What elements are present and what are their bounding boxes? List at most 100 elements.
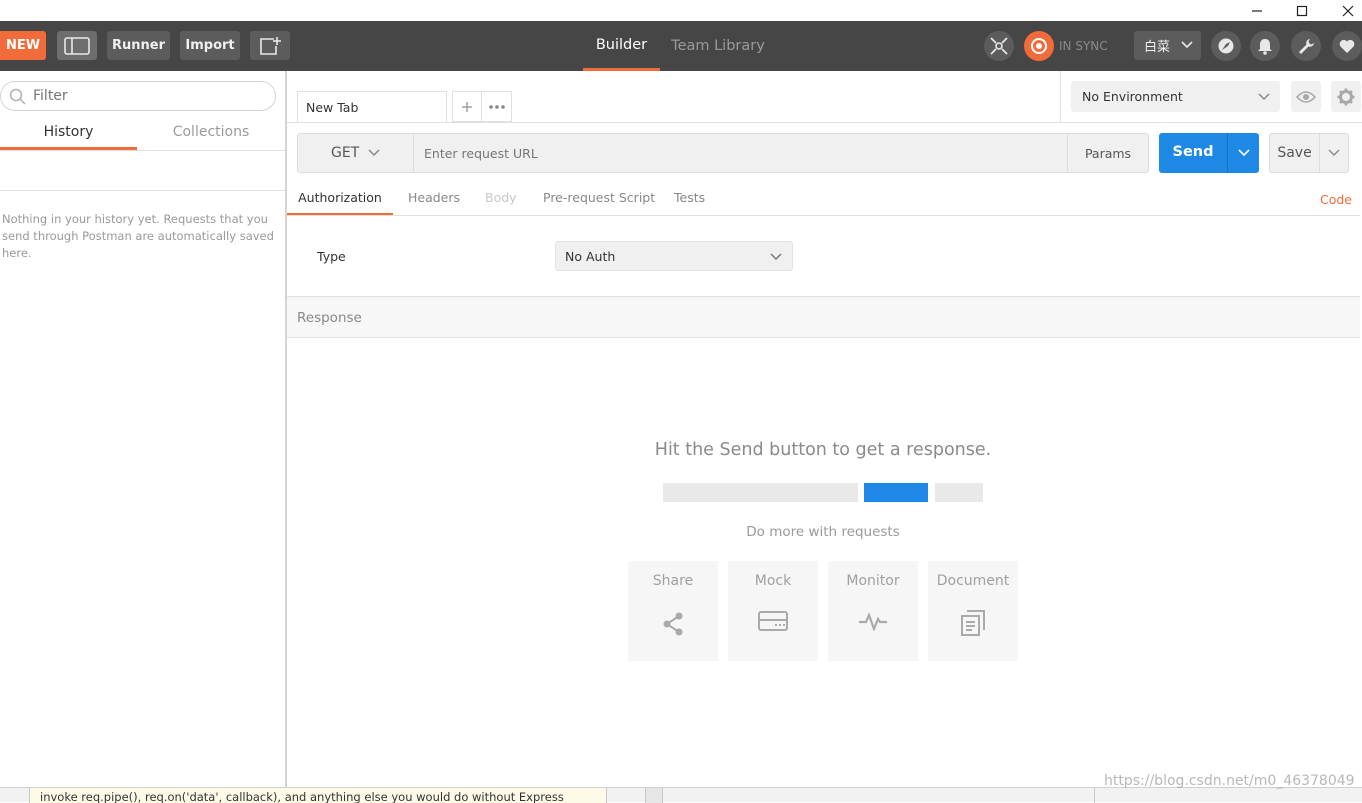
save-button-group: Save bbox=[1269, 133, 1349, 173]
response-title: Response bbox=[297, 310, 362, 326]
share-icon bbox=[663, 612, 683, 636]
method-dropdown[interactable]: GET bbox=[298, 134, 414, 172]
background-code-panel: invoke req.pipe(), req.on('data', callba… bbox=[29, 788, 607, 803]
divider bbox=[0, 190, 285, 191]
theme-label: 白菜 bbox=[1144, 40, 1171, 55]
new-button[interactable]: NEW bbox=[0, 31, 46, 60]
new-window-icon bbox=[260, 36, 281, 55]
interceptor-button[interactable] bbox=[984, 31, 1014, 61]
window-titlebar bbox=[0, 0, 1362, 21]
tab-collections[interactable]: Collections bbox=[137, 121, 285, 150]
response-header: Response bbox=[287, 296, 1360, 338]
environment-dropdown[interactable]: No Environment bbox=[1071, 81, 1280, 112]
tab-history[interactable]: History bbox=[0, 121, 137, 150]
chevron-down-icon bbox=[1181, 41, 1193, 49]
tab-actions bbox=[452, 91, 512, 122]
save-button[interactable]: Save bbox=[1270, 134, 1319, 172]
monitor-card[interactable]: Monitor bbox=[828, 561, 918, 661]
divider bbox=[1060, 71, 1061, 123]
response-hint: Hit the Send button to get a response. bbox=[654, 440, 992, 460]
background-code-line: invoke req.pipe(), req.on('data', callba… bbox=[40, 790, 564, 803]
sidebar-toggle-icon bbox=[64, 36, 90, 55]
divider bbox=[1060, 122, 1362, 123]
filter-box[interactable] bbox=[0, 81, 276, 111]
illustration-save-button bbox=[935, 483, 983, 502]
app-header: NEW Runner Import Builder Team Library I… bbox=[0, 21, 1362, 71]
tab-options-button[interactable] bbox=[482, 92, 511, 121]
mock-server-icon bbox=[758, 611, 788, 631]
new-window-button[interactable] bbox=[250, 31, 290, 60]
watermark: https://blog.csdn.net/m0_46378049 bbox=[1104, 773, 1355, 789]
chevron-down-icon bbox=[1258, 93, 1270, 101]
add-tab-button[interactable] bbox=[453, 92, 482, 121]
search-icon bbox=[9, 88, 26, 105]
heart-button[interactable] bbox=[1332, 31, 1362, 61]
tab-pre-request-script[interactable]: Pre-request Script bbox=[543, 190, 655, 216]
tab-headers[interactable]: Headers bbox=[408, 190, 460, 216]
divider bbox=[287, 122, 1060, 123]
manage-environments-button[interactable] bbox=[1331, 81, 1361, 112]
send-button-group: Send bbox=[1159, 133, 1259, 173]
sync-status-icon[interactable] bbox=[1024, 31, 1054, 61]
params-button[interactable]: Params bbox=[1067, 134, 1148, 172]
tab-authorization[interactable]: Authorization bbox=[287, 190, 393, 216]
theme-dropdown[interactable]: 白菜 bbox=[1134, 31, 1201, 60]
mock-card[interactable]: Mock bbox=[728, 561, 818, 661]
save-options-button[interactable] bbox=[1319, 134, 1348, 172]
document-card[interactable]: Document bbox=[928, 561, 1018, 661]
card-label: Monitor bbox=[846, 573, 900, 589]
chevron-down-icon bbox=[770, 253, 782, 261]
code-link[interactable]: Code bbox=[1320, 192, 1352, 207]
auth-type-label: Type bbox=[317, 249, 346, 264]
satellite-dish-icon bbox=[1218, 38, 1234, 54]
environment-quick-look-button[interactable] bbox=[1291, 81, 1321, 112]
history-empty-message: Nothing in your history yet. Requests th… bbox=[2, 212, 274, 260]
heart-icon bbox=[1339, 39, 1355, 53]
sidebar: History Collections Nothing in your hist… bbox=[0, 71, 287, 787]
import-button[interactable]: Import bbox=[180, 31, 240, 60]
monitor-pulse-icon bbox=[859, 613, 887, 631]
illustration-send-button bbox=[864, 483, 928, 502]
divider bbox=[1094, 788, 1095, 803]
chevron-down-icon bbox=[368, 149, 380, 157]
document-icon bbox=[961, 610, 985, 636]
wrench-icon bbox=[1299, 39, 1314, 54]
auth-type-dropdown[interactable]: No Auth bbox=[555, 241, 793, 271]
environment-label: No Environment bbox=[1082, 89, 1183, 104]
send-options-button[interactable] bbox=[1227, 133, 1259, 173]
tab-builder[interactable]: Builder bbox=[583, 21, 660, 71]
tab-body: Body bbox=[485, 190, 517, 205]
chevron-down-icon bbox=[1328, 149, 1340, 156]
send-button[interactable]: Send bbox=[1159, 133, 1227, 173]
maximize-icon[interactable] bbox=[1279, 0, 1325, 21]
satellite-icon bbox=[990, 37, 1008, 55]
chevron-down-icon bbox=[1237, 149, 1250, 157]
tab-tests[interactable]: Tests bbox=[674, 190, 705, 216]
notifications-button[interactable] bbox=[1250, 31, 1280, 61]
card-label: Mock bbox=[754, 573, 792, 589]
divider bbox=[645, 788, 663, 803]
sync-status-text: IN SYNC bbox=[1059, 39, 1108, 53]
filter-input[interactable] bbox=[33, 86, 263, 106]
explore-button[interactable] bbox=[1211, 31, 1241, 61]
auth-type-value: No Auth bbox=[565, 249, 616, 264]
card-label: Share bbox=[652, 573, 694, 589]
gear-icon bbox=[1337, 88, 1355, 105]
method-label: GET bbox=[331, 145, 360, 161]
url-bar: GET Params bbox=[297, 133, 1149, 173]
settings-button[interactable] bbox=[1291, 31, 1321, 61]
share-card[interactable]: Share bbox=[628, 561, 718, 661]
request-tab[interactable]: New Tab bbox=[297, 91, 447, 122]
divider bbox=[287, 215, 1360, 216]
toggle-sidebar-button[interactable] bbox=[57, 31, 97, 60]
runner-button[interactable]: Runner bbox=[107, 31, 170, 60]
illustration-url-bar bbox=[663, 483, 858, 502]
background-window: invoke req.pipe(), req.on('data', callba… bbox=[0, 787, 1362, 803]
tab-team-library[interactable]: Team Library bbox=[668, 21, 768, 71]
card-label: Document bbox=[936, 573, 1010, 589]
minimize-icon[interactable] bbox=[1234, 0, 1280, 21]
bell-icon bbox=[1258, 39, 1272, 55]
more-horizontal-icon bbox=[488, 104, 505, 109]
url-input[interactable] bbox=[424, 143, 1044, 163]
close-icon[interactable] bbox=[1325, 0, 1362, 21]
